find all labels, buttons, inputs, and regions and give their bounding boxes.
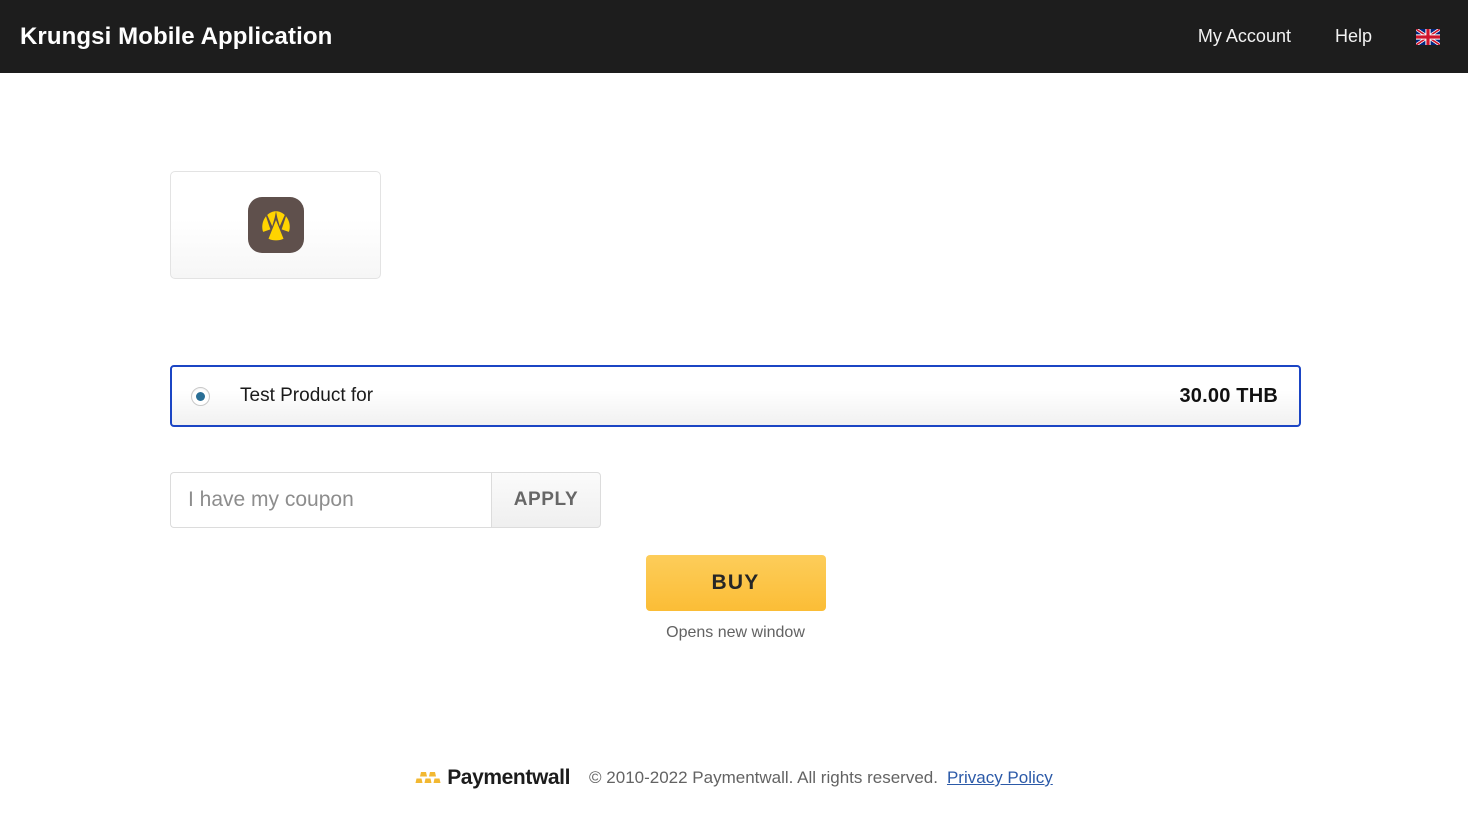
product-row[interactable]: Test Product for 30.00 THB bbox=[170, 365, 1301, 427]
merchant-logo-card bbox=[170, 171, 381, 279]
product-name: Test Product for bbox=[240, 385, 374, 406]
paymentwall-logo: Paymentwall bbox=[415, 766, 570, 790]
page-title: Krungsi Mobile Application bbox=[20, 22, 333, 50]
nav-help[interactable]: Help bbox=[1335, 26, 1372, 47]
krungsri-app-icon bbox=[247, 197, 304, 253]
buy-button[interactable]: BUY bbox=[645, 555, 826, 611]
site-header: Krungsi Mobile Application My Account He… bbox=[0, 0, 1468, 73]
paymentwall-bricks-icon bbox=[415, 772, 441, 783]
apply-coupon-button[interactable]: APPLY bbox=[491, 472, 601, 528]
nav-my-account[interactable]: My Account bbox=[1198, 26, 1291, 47]
uk-flag-icon[interactable] bbox=[1416, 28, 1440, 45]
copyright-text: © 2010-2022 Paymentwall. All rights rese… bbox=[589, 768, 938, 787]
opens-new-window-note: Opens new window bbox=[666, 624, 805, 641]
privacy-policy-link[interactable]: Privacy Policy bbox=[947, 768, 1053, 788]
site-footer: Paymentwall © 2010-2022 Paymentwall. All… bbox=[0, 766, 1468, 790]
header-nav: My Account Help bbox=[1198, 26, 1440, 47]
product-price: 30.00 THB bbox=[1179, 384, 1278, 407]
coupon-group: APPLY bbox=[170, 472, 601, 528]
coupon-input[interactable] bbox=[170, 472, 491, 528]
paymentwall-wordmark: Paymentwall bbox=[447, 766, 571, 789]
radio-selected-dot bbox=[196, 391, 205, 401]
product-radio[interactable] bbox=[191, 386, 210, 406]
buy-section: BUY Opens new window bbox=[170, 555, 1301, 642]
checkout-main: Test Product for 30.00 THB APPLY BUY Ope… bbox=[0, 171, 1468, 642]
